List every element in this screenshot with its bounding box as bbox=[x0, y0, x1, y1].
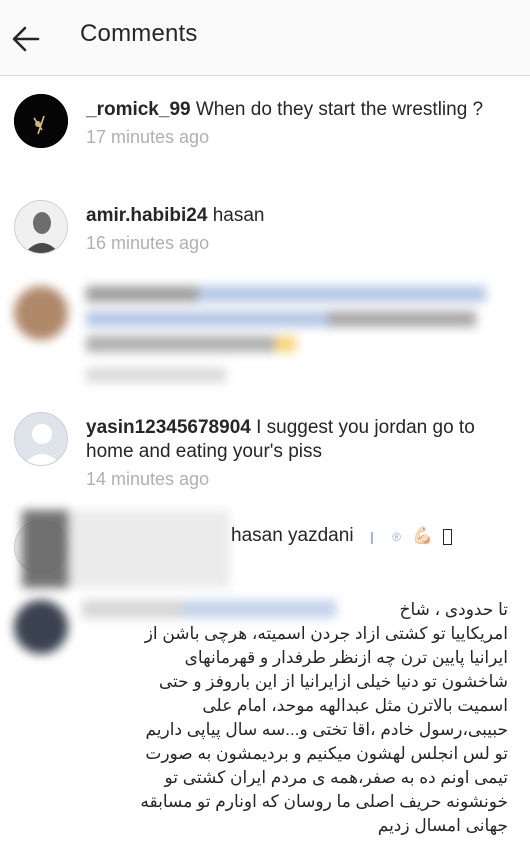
emoji-glyph: ❙ bbox=[366, 530, 377, 544]
comment-message: hasan yazdani bbox=[231, 525, 354, 546]
back-button[interactable] bbox=[10, 24, 42, 54]
comment-item: amir.habibi24 hasan 16 minutes ago bbox=[0, 200, 530, 270]
comment-line: خونشونه حریف اصلی ما روسان که اونارم تو … bbox=[140, 792, 508, 811]
comment-timestamp: 16 minutes ago bbox=[86, 233, 210, 253]
comment-line: جهانی امسال زدیم bbox=[377, 816, 508, 835]
default-avatar-icon bbox=[15, 413, 67, 465]
comment-message: When do they start the wrestling ? bbox=[195, 99, 484, 120]
comment-text: hasan yazdani ❙ ® 💪🏻 bbox=[231, 524, 453, 549]
redaction-block bbox=[22, 510, 230, 588]
page-title: Comments bbox=[80, 20, 198, 47]
comment-body: amir.habibi24 hasan 16 minutes ago bbox=[86, 204, 510, 254]
redacted-comment-body bbox=[86, 286, 510, 382]
comment-item-blurred bbox=[0, 282, 530, 392]
comment-timestamp: 14 minutes ago bbox=[86, 469, 210, 489]
redacted-line bbox=[86, 336, 296, 352]
comment-line: تو لس انجلس لهشون میکنیم و بردیمشون به ص… bbox=[145, 744, 508, 763]
comment-line: امریکاییا تو کشتی ازاد جردن اسمیته، هرچی… bbox=[144, 624, 508, 643]
comment-username[interactable]: _romick_99 bbox=[86, 99, 191, 120]
comment-item: yasin12345678904 I suggest you jordan go… bbox=[0, 412, 530, 502]
comment-body: _romick_99 When do they start the wrestl… bbox=[86, 98, 510, 148]
avatar-image bbox=[14, 94, 68, 148]
top-bar: Comments bbox=[0, 0, 530, 76]
comment-text-rtl: تا حدودی ، شاخ امریکاییا تو کشتی ازاد جر… bbox=[84, 598, 508, 838]
comment-line: شاخشون تو دنیا خیلی ازایرانیا از این بار… bbox=[158, 672, 508, 691]
comment-text: _romick_99 When do they start the wrestl… bbox=[86, 98, 510, 122]
comment-username[interactable]: amir.habibi24 bbox=[86, 205, 207, 226]
comment-item: _romick_99 When do they start the wrestl… bbox=[0, 94, 530, 180]
comment-text: yasin12345678904 I suggest you jordan go… bbox=[86, 416, 510, 464]
avatar[interactable] bbox=[14, 94, 68, 148]
back-arrow-icon bbox=[12, 26, 40, 52]
comment-text: amir.habibi24 hasan bbox=[86, 204, 510, 228]
comment-line: تا حدودی ، شاخ bbox=[399, 600, 508, 619]
comment-timestamp: 17 minutes ago bbox=[86, 127, 210, 147]
redacted-timestamp bbox=[86, 368, 226, 382]
redacted-line bbox=[86, 286, 486, 302]
avatar[interactable] bbox=[14, 200, 68, 254]
avatar-default[interactable] bbox=[14, 412, 68, 466]
comment-line: تیمی اونم ده به صفر،همه ی مردم ایران کشت… bbox=[164, 768, 508, 787]
comment-username[interactable]: yasin12345678904 bbox=[86, 417, 251, 438]
flexed-arm-emoji: 💪🏻 bbox=[412, 526, 434, 545]
comment-line: اسمیت بالاترن مثل عبدالهه موحد، امام علی bbox=[202, 696, 508, 715]
comment-line: حبیبی،رسول خادم ،اقا تختی و...سه سال پیا… bbox=[145, 720, 508, 739]
missing-glyph-box bbox=[442, 529, 453, 545]
comment-item: تا حدودی ، شاخ امریکاییا تو کشتی ازاد جر… bbox=[0, 596, 530, 852]
comment-item: hasan yazdani ❙ ® 💪🏻 bbox=[0, 510, 530, 590]
emoji-glyph: ® bbox=[392, 530, 402, 544]
avatar-image bbox=[15, 201, 67, 253]
avatar[interactable] bbox=[14, 286, 68, 340]
avatar[interactable] bbox=[14, 600, 68, 654]
comment-body: yasin12345678904 I suggest you jordan go… bbox=[86, 416, 510, 490]
redacted-line bbox=[86, 311, 476, 327]
comment-line: ایرانیا پایین ترن چه ازنظر طرفدار و قهرم… bbox=[184, 648, 508, 667]
comment-message: hasan bbox=[212, 205, 265, 226]
